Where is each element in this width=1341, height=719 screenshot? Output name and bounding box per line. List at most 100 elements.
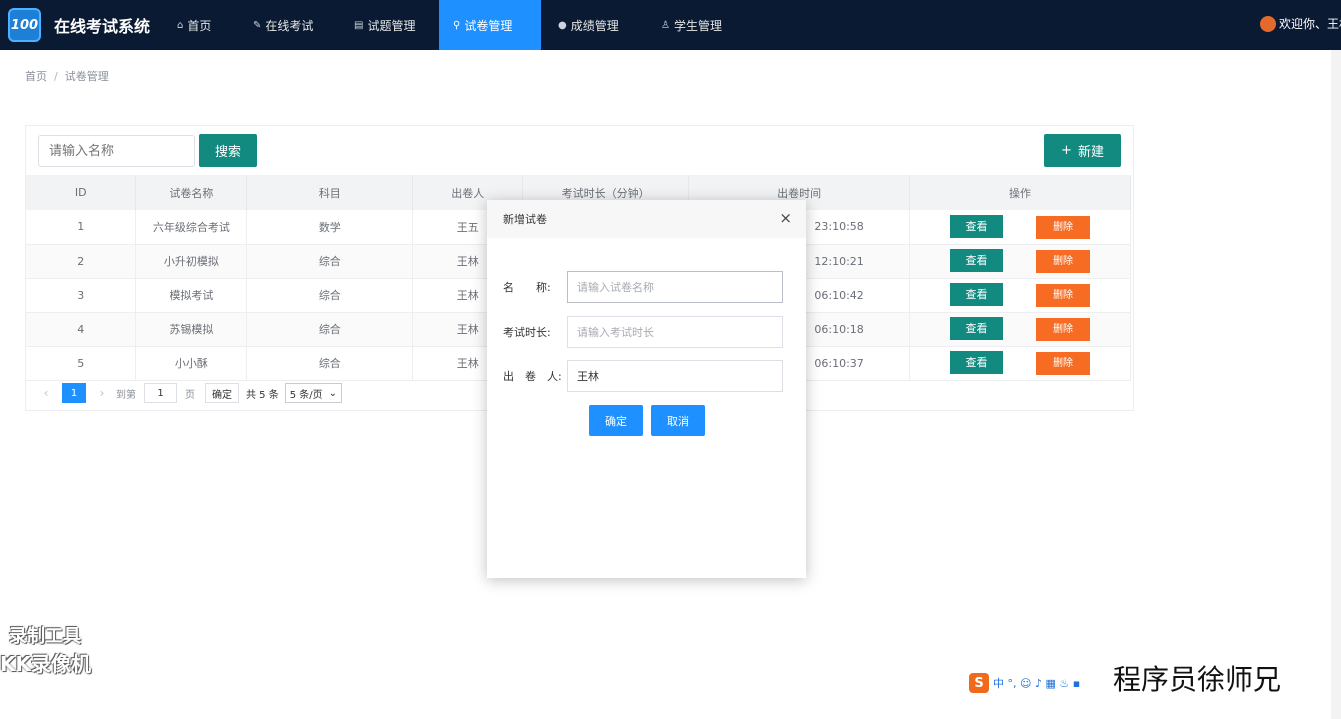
created-time-text: 12:10:21 (814, 254, 864, 268)
breadcrumb-current: 试卷管理 (64, 70, 109, 83)
view-button[interactable]: 查看 (950, 317, 1004, 340)
nav-student-manage[interactable]: ♙ 学生管理 (647, 0, 736, 50)
user-icon: ♙ (661, 19, 670, 31)
next-page-icon[interactable]: › (92, 386, 112, 400)
cell-actions: 查看 删除 (909, 244, 1131, 279)
col-actions: 操作 (909, 175, 1131, 210)
nav-home-label: 首页 (187, 18, 212, 33)
welcome-text: 欢迎你、王林 (1279, 17, 1341, 31)
nav-paper-manage-label: 试卷管理 (464, 18, 513, 33)
cell-actions: 查看 删除 (909, 346, 1131, 381)
app-title: 在线考试系统 (54, 17, 151, 36)
search-input[interactable] (38, 135, 195, 167)
cell-actions: 查看 删除 (909, 210, 1131, 245)
nav-home[interactable]: ⌂ 首页 (163, 0, 225, 50)
cell-id: 3 (26, 278, 137, 313)
page-number-current[interactable]: 1 (62, 383, 86, 403)
nav-online-exam[interactable]: ✎ 在线考试 (239, 0, 327, 50)
dialog-cancel-button[interactable]: 取消 (651, 405, 705, 436)
page-size-value: 5 条/页 (289, 389, 323, 401)
nav-online-exam-label: 在线考试 (265, 18, 314, 33)
home-icon: ⌂ (177, 19, 184, 31)
name-label: 名 称: (503, 281, 551, 294)
cell-subject: 综合 (246, 278, 414, 313)
nav-score-manage-label: 成绩管理 (570, 18, 619, 33)
plus-icon: + (1061, 143, 1072, 158)
nav-paper-manage[interactable]: ⚲ 试卷管理 (439, 0, 541, 50)
col-paper-name: 试卷名称 (135, 175, 248, 210)
form-row-author: 出 卷 人: 王林 (503, 360, 783, 392)
search-button[interactable]: 搜索 (199, 134, 257, 167)
breadcrumb: 首页 / 试卷管理 (25, 68, 109, 84)
recorder-watermark-line2: KK录像机 (0, 652, 91, 676)
delete-button[interactable]: 删除 (1036, 318, 1091, 341)
logo-text: 100 (10, 17, 39, 33)
col-id: ID (26, 175, 137, 210)
cell-actions: 查看 删除 (909, 312, 1131, 347)
ime-status-text: 中 °, ☺ ♪ ▦ ♨ ▪ (993, 677, 1081, 690)
view-button[interactable]: 查看 (950, 249, 1004, 272)
nav-score-manage[interactable]: ● 成绩管理 (544, 0, 633, 50)
goto-confirm-button[interactable]: 确定 (205, 383, 239, 403)
recorder-watermark-line1: 录制工具 (9, 626, 81, 647)
pagination: ‹ 1 › 到第 1 页 确定 共 5 条 5 条/页 ⌄ (36, 383, 343, 403)
form-row-duration: 考试时长: 请输入考试时长 (503, 316, 783, 348)
page-size-select[interactable]: 5 条/页 ⌄ (284, 383, 343, 403)
created-time-text: 06:10:18 (814, 322, 864, 336)
dialog-confirm-button[interactable]: 确定 (589, 405, 643, 436)
form-row-name: 名 称: 请输入试卷名称 (503, 271, 783, 303)
duration-label: 考试时长: (503, 326, 551, 339)
page-unit-label: 页 (185, 389, 195, 401)
cell-paper-name: 小小酥 (135, 346, 248, 381)
link-icon: ⚲ (453, 19, 461, 31)
nav-student-manage-label: 学生管理 (673, 18, 722, 33)
paper-name-input[interactable]: 请输入试卷名称 (567, 271, 783, 303)
col-subject: 科目 (246, 175, 414, 210)
close-icon[interactable]: × (779, 209, 792, 227)
author-input[interactable]: 王林 (567, 360, 783, 392)
cell-id: 1 (26, 210, 137, 245)
cell-paper-name: 苏锡模拟 (135, 312, 248, 347)
delete-button[interactable]: 删除 (1036, 284, 1091, 307)
edit-icon: ✎ (253, 19, 262, 31)
delete-button[interactable]: 删除 (1036, 352, 1091, 375)
view-button[interactable]: 查看 (950, 351, 1004, 374)
document-icon: ▤ (354, 19, 364, 31)
cell-id: 4 (26, 312, 137, 347)
cell-paper-name: 模拟考试 (135, 278, 248, 313)
app-logo[interactable]: 100 (8, 8, 41, 42)
new-paper-button[interactable]: + 新建 (1044, 134, 1121, 167)
cell-subject: 综合 (246, 312, 414, 347)
delete-button[interactable]: 删除 (1036, 250, 1091, 273)
cell-subject: 数学 (246, 210, 414, 245)
cell-paper-name: 小升初模拟 (135, 244, 248, 279)
goto-page-input[interactable]: 1 (144, 383, 177, 403)
nav-question-manage[interactable]: ▤ 试题管理 (340, 0, 429, 50)
created-time-text: 23:10:58 (814, 220, 864, 234)
author-signature: 程序员徐师兄 (1113, 663, 1282, 696)
new-paper-label: 新建 (1077, 145, 1104, 160)
created-time-text: 06:10:42 (814, 288, 864, 302)
chart-icon: ● (558, 19, 567, 31)
new-paper-dialog: 新增试卷 × 名 称: 请输入试卷名称 考试时长: 请输入考试时长 出 卷 人:… (487, 200, 806, 578)
chevron-down-icon: ⌄ (328, 387, 338, 399)
ime-logo-icon: S (969, 673, 989, 693)
page-scrollbar[interactable] (1331, 50, 1341, 719)
user-welcome[interactable]: 欢迎你、王林 (1260, 15, 1341, 32)
nav-question-manage-label: 试题管理 (367, 18, 416, 33)
cell-actions: 查看 删除 (909, 278, 1131, 313)
view-button[interactable]: 查看 (950, 283, 1004, 306)
cell-paper-name: 六年级综合考试 (135, 210, 248, 245)
delete-button[interactable]: 删除 (1036, 215, 1091, 239)
view-button[interactable]: 查看 (950, 214, 1004, 238)
cell-id: 2 (26, 244, 137, 279)
prev-page-icon[interactable]: ‹ (36, 386, 56, 400)
goto-label: 到第 (116, 389, 136, 401)
avatar (1260, 15, 1276, 32)
breadcrumb-separator: / (54, 70, 58, 83)
breadcrumb-home[interactable]: 首页 (25, 70, 47, 83)
duration-input[interactable]: 请输入考试时长 (567, 316, 783, 348)
cell-subject: 综合 (246, 346, 414, 381)
total-count: 共 5 条 (246, 389, 279, 401)
author-label: 出 卷 人: (503, 370, 562, 383)
